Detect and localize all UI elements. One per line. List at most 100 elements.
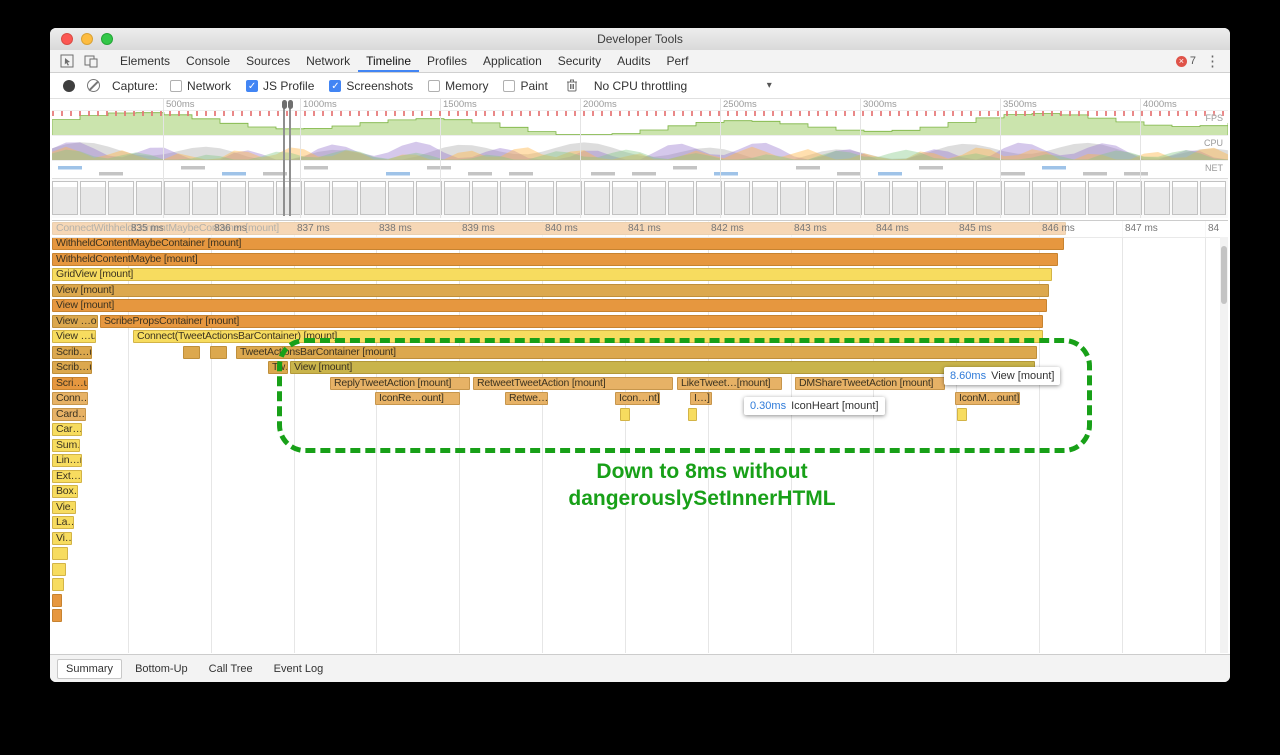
screenshot-thumbnail[interactable]	[1060, 181, 1086, 215]
flame-bar[interactable]: Card…nt]	[52, 408, 86, 421]
screenshot-thumbnail[interactable]	[1172, 181, 1198, 215]
screenshot-thumbnail[interactable]	[164, 181, 190, 215]
device-toolbar-icon[interactable]	[80, 52, 102, 70]
tab-application[interactable]: Application	[475, 50, 550, 72]
flame-bar[interactable]: Sum…t]	[52, 439, 80, 452]
bottom-tab-event-log[interactable]: Event Log	[266, 660, 332, 678]
screenshot-thumbnail[interactable]	[612, 181, 638, 215]
flame-bar[interactable]: Conn…nt]	[52, 392, 88, 405]
flame-bar[interactable]: View [mount]	[52, 299, 1047, 312]
tab-security[interactable]: Security	[550, 50, 609, 72]
flame-chart[interactable]: Down to 8ms without dangerouslySetInnerH…	[52, 220, 1228, 653]
screenshot-thumbnail[interactable]	[220, 181, 246, 215]
capture-option-paint[interactable]: Paint	[503, 79, 547, 93]
overview-pane[interactable]: 500ms1000ms1500ms2000ms2500ms3000ms3500m…	[52, 99, 1228, 218]
screenshot-thumbnail[interactable]	[192, 181, 218, 215]
screenshot-thumbnail[interactable]	[248, 181, 274, 215]
screenshot-thumbnail[interactable]	[780, 181, 806, 215]
cpu-throttling-select[interactable]: No CPU throttling ▾	[594, 79, 772, 93]
screenshot-thumbnail[interactable]	[752, 181, 778, 215]
tab-profiles[interactable]: Profiles	[419, 50, 475, 72]
scrollbar-thumb[interactable]	[1221, 246, 1227, 304]
flame-bar[interactable]: Ext…nt]	[52, 470, 82, 483]
flame-bar[interactable]: Vi…t]	[52, 532, 72, 545]
inspect-element-icon[interactable]	[56, 52, 78, 70]
flame-bar[interactable]: Scrib…unt]	[52, 361, 92, 374]
flame-bar[interactable]	[183, 346, 200, 359]
screenshot-thumbnail[interactable]	[416, 181, 442, 215]
screenshot-thumbnail[interactable]	[724, 181, 750, 215]
screenshot-thumbnail[interactable]	[892, 181, 918, 215]
screenshot-thumbnail[interactable]	[500, 181, 526, 215]
screenshot-thumbnail[interactable]	[864, 181, 890, 215]
screenshot-thumbnail[interactable]	[948, 181, 974, 215]
bottom-tab-bottom-up[interactable]: Bottom-Up	[127, 660, 196, 678]
screenshot-thumbnail[interactable]	[360, 181, 386, 215]
screenshot-thumbnail[interactable]	[640, 181, 666, 215]
screenshot-thumbnail[interactable]	[556, 181, 582, 215]
screenshot-thumbnail[interactable]	[808, 181, 834, 215]
selection-handle-right[interactable]	[289, 101, 291, 216]
record-button[interactable]	[63, 80, 75, 92]
screenshot-thumbnail[interactable]	[920, 181, 946, 215]
kebab-menu-icon[interactable]: ⋮	[1205, 54, 1220, 69]
vertical-scrollbar[interactable]	[1220, 237, 1228, 653]
screenshot-filmstrip[interactable]	[52, 178, 1228, 218]
flame-bar[interactable]: Car…nt]	[52, 423, 82, 436]
checkbox-js-profile[interactable]: ✓	[246, 80, 258, 92]
tab-network[interactable]: Network	[298, 50, 358, 72]
flame-bar[interactable]: ScribePropsContainer [mount]	[100, 315, 1043, 328]
tab-audits[interactable]: Audits	[609, 50, 658, 72]
zoom-button[interactable]	[101, 33, 113, 45]
screenshot-thumbnail[interactable]	[1032, 181, 1058, 215]
tab-timeline[interactable]: Timeline	[358, 50, 419, 72]
screenshot-thumbnail[interactable]	[444, 181, 470, 215]
tab-perf[interactable]: Perf	[658, 50, 696, 72]
screenshot-thumbnail[interactable]	[1200, 181, 1226, 215]
screenshot-thumbnail[interactable]	[108, 181, 134, 215]
flame-bar[interactable]: Vie…t]	[52, 501, 76, 514]
screenshot-thumbnail[interactable]	[1088, 181, 1114, 215]
checkbox-paint[interactable]	[503, 80, 515, 92]
tab-sources[interactable]: Sources	[238, 50, 298, 72]
flame-bar[interactable]	[210, 346, 227, 359]
screenshot-thumbnail[interactable]	[332, 181, 358, 215]
capture-option-js-profile[interactable]: ✓JS Profile	[246, 79, 314, 93]
screenshot-thumbnail[interactable]	[976, 181, 1002, 215]
flame-bar[interactable]	[52, 563, 66, 576]
trash-icon[interactable]	[566, 79, 578, 92]
flame-bar[interactable]: GridView [mount]	[52, 268, 1052, 281]
titlebar[interactable]: Developer Tools	[50, 28, 1230, 51]
flame-bar[interactable]: Box…t]	[52, 485, 78, 498]
screenshot-thumbnail[interactable]	[584, 181, 610, 215]
minimize-button[interactable]	[81, 33, 93, 45]
screenshot-thumbnail[interactable]	[1144, 181, 1170, 215]
screenshot-thumbnail[interactable]	[836, 181, 862, 215]
tab-elements[interactable]: Elements	[112, 50, 178, 72]
screenshot-thumbnail[interactable]	[528, 181, 554, 215]
flame-bar[interactable]: WithheldContentMaybeContainer [mount]	[52, 237, 1064, 250]
flame-bar[interactable]: View [mount]	[52, 284, 1049, 297]
screenshot-thumbnail[interactable]	[304, 181, 330, 215]
screenshot-thumbnail[interactable]	[388, 181, 414, 215]
screenshot-thumbnail[interactable]	[668, 181, 694, 215]
screenshot-thumbnail[interactable]	[52, 181, 78, 215]
screenshot-thumbnail[interactable]	[136, 181, 162, 215]
clear-button[interactable]	[87, 79, 100, 92]
flame-bar[interactable]: La…t]	[52, 516, 74, 529]
capture-option-screenshots[interactable]: ✓Screenshots	[329, 79, 413, 93]
flame-bar[interactable]	[52, 594, 62, 607]
screenshot-thumbnail[interactable]	[80, 181, 106, 215]
selection-handle-left[interactable]	[283, 101, 285, 216]
checkbox-memory[interactable]	[428, 80, 440, 92]
checkbox-network[interactable]	[170, 80, 182, 92]
flame-bar[interactable]: Lin…nt]	[52, 454, 82, 467]
screenshot-thumbnail[interactable]	[696, 181, 722, 215]
screenshot-thumbnail[interactable]	[472, 181, 498, 215]
flame-bar[interactable]	[52, 609, 62, 622]
capture-option-network[interactable]: Network	[170, 79, 231, 93]
flame-bar[interactable]: WithheldContentMaybe [mount]	[52, 253, 1058, 266]
error-badge[interactable]: × 7	[1176, 55, 1196, 67]
flame-bar[interactable]	[52, 547, 68, 560]
flame-bar[interactable]	[52, 578, 64, 591]
